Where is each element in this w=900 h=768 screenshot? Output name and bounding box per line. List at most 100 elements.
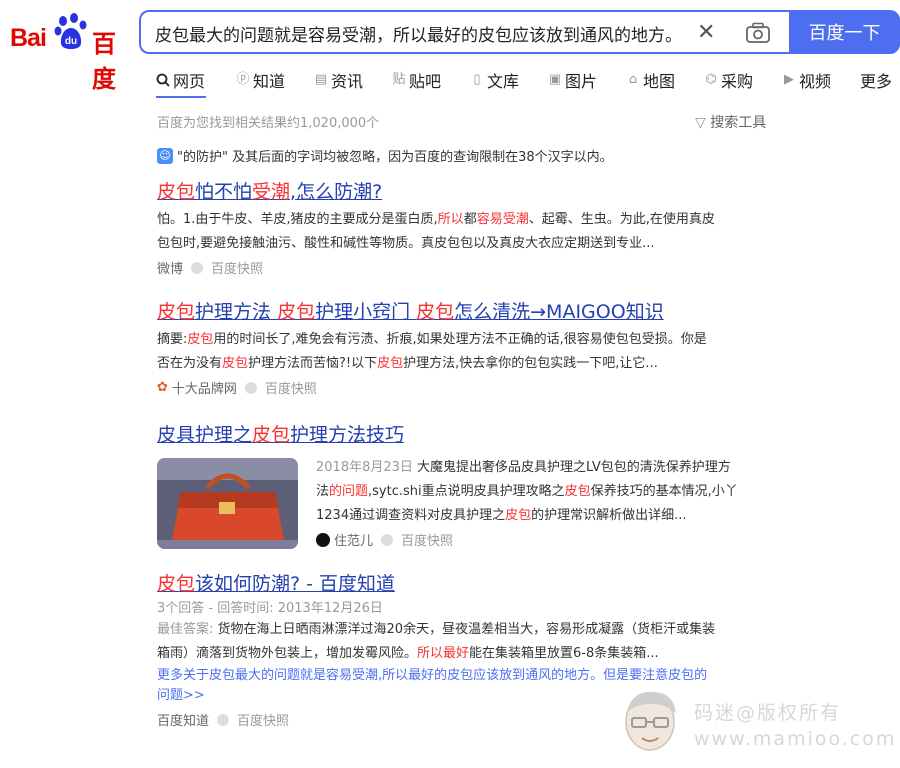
- best-answer-label: 最佳答案:: [157, 622, 214, 637]
- title-highlight: 皮包: [252, 424, 291, 446]
- tab-label: 视频: [799, 72, 832, 91]
- snapshot-icon: [381, 533, 394, 546]
- search-box[interactable]: 皮包最大的问题就是容易受潮，所以最好的皮包应该放到通风的地方。 ✕: [139, 10, 789, 54]
- svg-text:du: du: [65, 36, 77, 47]
- result-thumbnail[interactable]: [157, 458, 298, 549]
- zhufaner-icon: [316, 532, 330, 547]
- abstract-text: 包包时,要避免接触油污、酸性和碱性等物质。真皮包包以及真皮大衣应定期送到专业..…: [157, 236, 655, 251]
- question-icon: ⓟ: [236, 72, 250, 87]
- abstract-text: ,sytc.shi重点说明皮具护理攻略之: [368, 484, 565, 499]
- abstract-text: 用的时间长了,难免会有污渍、折痕,如果处理方法不正确的话,很容易使包包受损。你是: [213, 332, 707, 347]
- filter-icon: ▽: [695, 115, 706, 131]
- result-title-link[interactable]: 皮具护理之皮包护理方法技巧: [157, 423, 404, 447]
- camera-icon[interactable]: [745, 22, 771, 44]
- close-icon[interactable]: ✕: [697, 20, 715, 45]
- source-name[interactable]: 百度知道: [157, 710, 209, 729]
- search-icon: [156, 73, 170, 87]
- snapshot-link[interactable]: 百度快照: [401, 530, 453, 549]
- result-source: 住范儿 百度快照: [316, 530, 738, 549]
- title-text: 怕不怕: [195, 181, 253, 203]
- watermark-text: 码迷@版权所有: [694, 702, 842, 724]
- abstract-highlight: 皮包: [377, 356, 404, 371]
- result-date: 2018年8月23日: [316, 460, 413, 475]
- result-item: 皮包护理方法 皮包护理小窍门 皮包怎么清洗→MAIGOO知识 摘要:皮包用的时间…: [157, 300, 707, 397]
- tab-label: 采购: [721, 72, 754, 91]
- search-input[interactable]: 皮包最大的问题就是容易受潮，所以最好的皮包应该放到通风的地方。: [155, 21, 682, 46]
- abstract-text: 箱雨）滴落到货物外包装上，增加发霉风险。: [157, 646, 418, 661]
- abstract-text: 保养技巧的基本情况,小丫: [590, 484, 738, 499]
- baidu-logo[interactable]: Bai du 百度: [8, 12, 128, 93]
- snapshot-link[interactable]: 百度快照: [211, 258, 263, 277]
- search-button[interactable]: 百度一下: [789, 10, 900, 54]
- result-stats: 百度为您找到相关结果约1,020,000个: [157, 116, 380, 131]
- title-text: 皮具护理之: [157, 424, 253, 446]
- news-icon: ▤: [314, 72, 328, 87]
- tab-label: 更多: [860, 72, 893, 91]
- tab-news[interactable]: ▤ 资讯: [314, 68, 363, 92]
- tab-label: 贴吧: [409, 72, 442, 91]
- tab-purchase[interactable]: ⌬ 采购: [704, 68, 753, 92]
- tieba-icon: 贴: [392, 72, 406, 87]
- brand-icon: ✿: [157, 380, 168, 395]
- tab-tieba[interactable]: 贴 贴吧: [392, 68, 441, 92]
- result-source: 微博 百度快照: [157, 258, 715, 277]
- tab-label: 资讯: [331, 72, 364, 91]
- abstract-text: 法: [316, 484, 330, 499]
- title-highlight: 皮包: [277, 301, 316, 323]
- abstract-highlight: 所以: [437, 212, 464, 227]
- logo-text-right: 百度: [92, 30, 116, 93]
- snapshot-icon: [191, 261, 204, 274]
- abstract-text: 大魔鬼提出奢侈品皮具护理之LV包包的清洗保养护理方: [412, 460, 731, 475]
- result-title-link[interactable]: 皮包护理方法 皮包护理小窍门 皮包怎么清洗→MAIGOO知识: [157, 300, 707, 324]
- image-icon: ▣: [548, 72, 562, 87]
- tab-more[interactable]: 更多: [860, 68, 892, 92]
- abstract-text: 、起霉、生虫。为此,在使用真皮: [528, 212, 715, 227]
- source-name[interactable]: 住范儿: [334, 530, 373, 549]
- title-highlight: 皮包: [157, 181, 196, 203]
- result-abstract: 怕。1.由于牛皮、羊皮,猪皮的主要成分是蛋白质,所以都容易受潮、起霉、生虫。为此…: [157, 208, 715, 256]
- info-icon: ☺: [157, 147, 173, 164]
- snapshot-link[interactable]: 百度快照: [265, 378, 317, 397]
- result-abstract: 摘要:皮包用的时间长了,难免会有污渍、折痕,如果处理方法不正确的话,很容易使包包…: [157, 328, 707, 376]
- result-item: 皮具护理之皮包护理方法技巧: [157, 423, 404, 447]
- source-name[interactable]: 微博: [157, 258, 183, 277]
- tab-zhidao[interactable]: ⓟ 知道: [236, 68, 285, 92]
- title-highlight: 皮包: [157, 301, 196, 323]
- abstract-text: 都: [463, 212, 477, 227]
- title-text: ,怎么防潮?: [290, 181, 383, 203]
- title-highlight: 受潮: [252, 181, 291, 203]
- watermark: 码迷@版权所有 www.mamioo.com: [612, 684, 897, 764]
- answer-meta: 3个回答 - 回答时间: 2013年12月26日: [157, 601, 383, 616]
- title-text: 该如何防潮? - 百度知道: [195, 573, 396, 595]
- query-notice: ☺ "的防护" 及其后面的字词均被忽略，因为百度的查询限制在38个汉字以内。: [157, 146, 613, 165]
- abstract-highlight: 皮包: [222, 356, 249, 371]
- handbag-image: [157, 458, 298, 549]
- video-icon: ▶: [784, 72, 794, 87]
- tab-wenku[interactable]: ▯ 文库: [470, 68, 519, 92]
- abstract-text: 摘要:: [157, 332, 188, 347]
- cart-icon: ⌬: [705, 72, 717, 87]
- tab-images[interactable]: ▣ 图片: [548, 68, 597, 92]
- abstract-text: 护理方法,快去拿你的包包实践一下吧,让它...: [403, 356, 658, 371]
- tab-label: 图片: [565, 72, 598, 91]
- abstract-highlight: 所以最好: [417, 646, 470, 661]
- abstract-highlight: 皮包: [187, 332, 214, 347]
- search-tools-button[interactable]: ▽ 搜索工具: [695, 112, 766, 132]
- result-source: ✿ 十大品牌网 百度快照: [157, 378, 707, 397]
- more-text: 更多关于皮包最大的问题就是容易受潮,所以最好的皮包应该放到通风的地方。但是要注意…: [157, 668, 708, 683]
- tab-map[interactable]: ⌂ 地图: [626, 68, 675, 92]
- title-highlight: 皮包: [416, 301, 455, 323]
- result-title-link[interactable]: 皮包怕不怕受潮,怎么防潮?: [157, 180, 715, 204]
- abstract-text: 的护理常识解析做出详细...: [531, 508, 687, 523]
- result-abstract: 2018年8月23日 大魔鬼提出奢侈品皮具护理之LV包包的清洗保养护理方 法的问…: [316, 456, 738, 528]
- snapshot-link[interactable]: 百度快照: [237, 710, 289, 729]
- tab-video[interactable]: ▶ 视频: [782, 68, 831, 92]
- notice-text: "的防护" 及其后面的字词均被忽略，因为百度的查询限制在38个汉字以内。: [177, 150, 613, 165]
- avatar-icon: [625, 691, 676, 751]
- tab-web[interactable]: 网页: [156, 68, 205, 92]
- abstract-highlight: 皮包: [564, 484, 591, 499]
- tab-label: 知道: [253, 72, 286, 91]
- result-title-link[interactable]: 皮包该如何防潮? - 百度知道: [157, 572, 715, 596]
- source-name[interactable]: 十大品牌网: [172, 378, 237, 397]
- abstract-text: 怕。1.由于牛皮、羊皮,猪皮的主要成分是蛋白质,: [157, 212, 438, 227]
